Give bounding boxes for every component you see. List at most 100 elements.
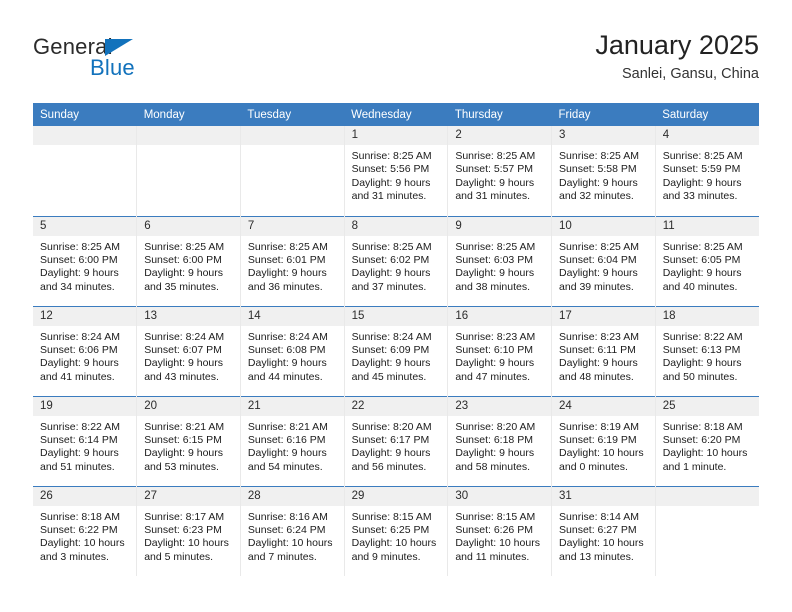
weekday-header-sunday: Sunday — [33, 103, 137, 126]
calendar-day-cell[interactable]: 13 Sunrise: 8:24 AM Sunset: 6:07 PM Dayligh… — [136, 305, 241, 396]
day-detail-sunrise: Sunrise: 8:18 AM — [662, 420, 743, 433]
day-detail-daylight1: Daylight: 9 hours — [662, 357, 742, 370]
day-detail-sunrise: Sunrise: 8:24 AM — [351, 330, 432, 343]
day-detail-daylight1: Daylight: 9 hours — [662, 267, 742, 280]
calendar-day-cell[interactable]: 26 Sunrise: 8:18 AM Sunset: 6:22 PM Dayligh… — [33, 485, 138, 576]
day-details: Sunrise: 8:25 AM Sunset: 5:58 PM Daylight:… — [552, 145, 654, 204]
day-number: 10 — [552, 217, 655, 236]
day-detail-daylight1: Daylight: 9 hours — [455, 357, 535, 370]
calendar-day-cell[interactable]: 17 Sunrise: 8:23 AM Sunset: 6:11 PM Dayligh… — [551, 305, 656, 396]
day-details: Sunrise: 8:18 AM Sunset: 6:20 PM Daylight:… — [656, 416, 759, 475]
day-number: 31 — [552, 487, 655, 506]
calendar-day-cell[interactable]: 27 Sunrise: 8:17 AM Sunset: 6:23 PM Dayligh… — [136, 485, 241, 576]
day-detail-sunrise: Sunrise: 8:22 AM — [40, 420, 120, 433]
calendar-day-cell[interactable]: 24 Sunrise: 8:19 AM Sunset: 6:19 PM Dayligh… — [551, 395, 656, 486]
day-detail-daylight2: and 11 minutes. — [455, 550, 530, 563]
calendar-day-cell[interactable]: 28 Sunrise: 8:16 AM Sunset: 6:24 PM Dayligh… — [240, 485, 345, 576]
day-details: Sunrise: 8:25 AM Sunset: 6:05 PM Daylight:… — [656, 236, 759, 295]
calendar-day-cell[interactable]: 4 Sunrise: 8:25 AM Sunset: 5:59 PM Daylight… — [655, 126, 759, 216]
day-detail-daylight1: Daylight: 9 hours — [559, 357, 638, 370]
day-details: Sunrise: 8:22 AM Sunset: 6:13 PM Daylight:… — [656, 326, 759, 385]
day-detail-sunset: Sunset: 6:04 PM — [559, 253, 637, 266]
day-number: 21 — [240, 397, 344, 416]
calendar-day-cell[interactable]: 9 Sunrise: 8:25 AM Sunset: 6:03 PM Daylight… — [447, 215, 553, 306]
day-detail-daylight2: and 56 minutes. — [351, 460, 427, 473]
day-detail-daylight1: Daylight: 9 hours — [40, 267, 119, 280]
day-detail-sunrise: Sunrise: 8:16 AM — [247, 510, 328, 523]
calendar-week-row: 5 Sunrise: 8:25 AM Sunset: 6:00 PM Daylight… — [33, 215, 759, 306]
day-detail-daylight1: Daylight: 9 hours — [455, 447, 535, 460]
day-detail-daylight1: Daylight: 9 hours — [144, 447, 223, 460]
day-detail-sunset: Sunset: 6:11 PM — [559, 343, 636, 356]
title-block: January 2025 Sanlei, Gansu, China — [595, 28, 759, 84]
day-number: 8 — [344, 217, 447, 236]
day-detail-daylight1: Daylight: 9 hours — [40, 447, 119, 460]
page-subtitle: Sanlei, Gansu, China — [621, 66, 759, 82]
calendar-day-cell[interactable]: 14 Sunrise: 8:24 AM Sunset: 6:08 PM Dayligh… — [240, 305, 345, 396]
calendar-day-cell[interactable]: 10 Sunrise: 8:25 AM Sunset: 6:04 PM Dayligh… — [551, 215, 656, 306]
calendar-day-cell[interactable]: 30 Sunrise: 8:15 AM Sunset: 6:26 PM Dayligh… — [447, 485, 553, 576]
calendar-day-cell[interactable]: 7 Sunrise: 8:25 AM Sunset: 6:01 PM Daylight… — [240, 215, 345, 306]
day-number: 23 — [448, 397, 551, 416]
day-details: Sunrise: 8:25 AM Sunset: 5:57 PM Daylight:… — [448, 145, 550, 204]
day-detail-daylight1: Daylight: 9 hours — [351, 357, 431, 370]
day-detail-sunset: Sunset: 6:16 PM — [247, 433, 326, 446]
calendar-day-cell[interactable]: 6 Sunrise: 8:25 AM Sunset: 6:00 PM Daylight… — [136, 215, 241, 306]
calendar-day-cell[interactable]: 1 Sunrise: 8:25 AM Sunset: 5:56 PM Daylight… — [344, 126, 449, 216]
day-detail-daylight1: Daylight: 9 hours — [351, 447, 431, 460]
calendar-page: General Blue January 2025 Sanlei, Gansu,… — [0, 0, 792, 612]
day-details: Sunrise: 8:20 AM Sunset: 6:17 PM Daylight:… — [345, 416, 447, 475]
day-number: 6 — [137, 217, 240, 236]
calendar-day-cell[interactable]: 29 Sunrise: 8:15 AM Sunset: 6:25 PM Dayligh… — [344, 485, 449, 576]
calendar-day-cell[interactable]: 15 Sunrise: 8:24 AM Sunset: 6:09 PM Dayligh… — [344, 305, 449, 396]
day-detail-sunrise: Sunrise: 8:20 AM — [351, 420, 432, 433]
day-details: Sunrise: 8:25 AM Sunset: 5:56 PM Daylight:… — [345, 145, 447, 204]
calendar-day-cell[interactable]: 2 Sunrise: 8:25 AM Sunset: 5:57 PM Daylight… — [447, 126, 553, 216]
calendar-day-cell[interactable]: 31 Sunrise: 8:14 AM Sunset: 6:27 PM Dayligh… — [551, 485, 656, 576]
day-detail-sunrise: Sunrise: 8:25 AM — [247, 240, 328, 253]
day-detail-daylight1: Daylight: 9 hours — [247, 447, 327, 460]
day-detail-daylight2: and 9 minutes. — [351, 550, 421, 563]
calendar-day-cell[interactable]: 23 Sunrise: 8:20 AM Sunset: 6:18 PM Dayligh… — [447, 395, 553, 486]
calendar-day-cell-empty — [33, 126, 138, 216]
day-detail-sunrise: Sunrise: 8:25 AM — [351, 150, 432, 162]
day-detail-daylight2: and 53 minutes. — [144, 460, 219, 473]
weekday-header-friday: Friday — [551, 103, 656, 126]
day-number: 1 — [344, 126, 447, 145]
calendar-day-cell[interactable]: 5 Sunrise: 8:25 AM Sunset: 6:00 PM Daylight… — [33, 215, 138, 306]
day-detail-sunrise: Sunrise: 8:24 AM — [40, 330, 120, 343]
day-detail-daylight2: and 47 minutes. — [455, 370, 531, 383]
day-detail-daylight1: Daylight: 9 hours — [455, 176, 535, 189]
calendar-day-cell[interactable]: 20 Sunrise: 8:21 AM Sunset: 6:15 PM Dayligh… — [136, 395, 241, 486]
calendar-day-cell[interactable]: 8 Sunrise: 8:25 AM Sunset: 6:02 PM Daylight… — [344, 215, 449, 306]
day-detail-daylight2: and 35 minutes. — [144, 280, 219, 293]
day-number: 12 — [33, 307, 136, 326]
calendar-day-cell[interactable]: 19 Sunrise: 8:22 AM Sunset: 6:14 PM Dayligh… — [33, 395, 138, 486]
day-detail-daylight1: Daylight: 9 hours — [351, 267, 431, 280]
day-detail-sunset: Sunset: 6:00 PM — [144, 253, 222, 266]
day-detail-sunset: Sunset: 6:23 PM — [144, 523, 222, 536]
day-detail-sunset: Sunset: 5:58 PM — [559, 163, 637, 176]
calendar-day-cell[interactable]: 18 Sunrise: 8:22 AM Sunset: 6:13 PM Dayligh… — [655, 305, 759, 396]
day-detail-daylight2: and 31 minutes. — [455, 190, 531, 203]
calendar-day-cell[interactable]: 12 Sunrise: 8:24 AM Sunset: 6:06 PM Dayligh… — [33, 305, 138, 396]
day-detail-daylight1: Daylight: 9 hours — [40, 357, 119, 370]
day-detail-daylight2: and 34 minutes. — [40, 280, 115, 293]
day-number: 30 — [448, 487, 551, 506]
day-detail-sunset: Sunset: 6:17 PM — [351, 433, 430, 446]
day-detail-daylight1: Daylight: 9 hours — [351, 176, 431, 189]
calendar-day-cell[interactable]: 21 Sunrise: 8:21 AM Sunset: 6:16 PM Dayligh… — [240, 395, 345, 486]
calendar-day-cell[interactable]: 11 Sunrise: 8:25 AM Sunset: 6:05 PM Dayligh… — [655, 215, 759, 306]
day-details: Sunrise: 8:25 AM Sunset: 6:00 PM Daylight:… — [137, 236, 239, 295]
day-number — [655, 487, 759, 506]
day-number: 14 — [240, 307, 344, 326]
day-detail-daylight1: Daylight: 9 hours — [144, 267, 223, 280]
calendar-day-cell[interactable]: 25 Sunrise: 8:18 AM Sunset: 6:20 PM Dayligh… — [655, 395, 759, 486]
calendar-day-cell[interactable]: 3 Sunrise: 8:25 AM Sunset: 5:58 PM Daylight… — [551, 126, 656, 216]
calendar-week-row: 26 Sunrise: 8:18 AM Sunset: 6:22 PM Dayligh… — [33, 485, 759, 576]
day-detail-sunset: Sunset: 6:08 PM — [247, 343, 326, 356]
day-number — [240, 126, 344, 145]
calendar-day-cell[interactable]: 16 Sunrise: 8:23 AM Sunset: 6:10 PM Dayligh… — [447, 305, 553, 396]
page-header: General Blue January 2025 Sanlei, Gansu,… — [33, 28, 759, 96]
calendar-day-cell[interactable]: 22 Sunrise: 8:20 AM Sunset: 6:17 PM Dayligh… — [344, 395, 449, 486]
